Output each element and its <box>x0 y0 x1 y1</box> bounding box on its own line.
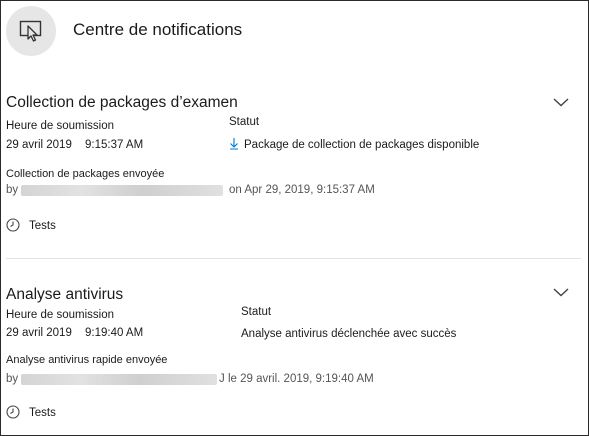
submission-date: 29 avril 2019 <box>6 139 72 151</box>
submitted-on-text: J le 29 avril. 2019, 9:19:40 AM <box>219 373 374 385</box>
notification-card-package-collection[interactable]: Collection de packages d’examen Heure de… <box>1 65 589 257</box>
status-label: Statut <box>241 306 272 318</box>
chevron-down-icon[interactable] <box>552 286 570 298</box>
tag-label: Tests <box>29 220 56 232</box>
submission-time: 9:19:40 AM <box>85 327 144 339</box>
submission-date: 29 avril 2019 <box>6 327 72 339</box>
card-title: Collection de packages d’examen <box>6 94 238 111</box>
tag-label: Tests <box>29 407 56 419</box>
chevron-down-icon[interactable] <box>552 96 570 108</box>
clock-icon <box>6 405 20 419</box>
card-title: Analyse antivirus <box>6 286 124 303</box>
status-value: Package de collection de packages dispon… <box>244 139 480 151</box>
submitted-by-prefix: by <box>6 373 19 385</box>
notification-center-panel: Centre de notifications Collection de pa… <box>0 0 589 436</box>
submission-time-label: Heure de soumission <box>6 120 115 132</box>
event-description: Collection de packages envoyée <box>6 168 165 180</box>
panel-header: Centre de notifications <box>1 1 588 65</box>
status-value: Analyse antivirus déclenchée avec succès <box>241 328 457 340</box>
submission-time-label: Heure de soumission <box>6 309 115 321</box>
submitted-by-prefix: by <box>6 184 19 196</box>
device-notification-icon <box>6 6 56 56</box>
redacted-user-name <box>21 185 223 196</box>
download-icon <box>230 138 238 150</box>
notification-card-antivirus-scan[interactable]: Analyse antivirus Heure de soumission St… <box>1 259 589 435</box>
submitted-on-text: on Apr 29, 2019, 9:15:37 AM <box>229 184 375 196</box>
redacted-user-name <box>21 374 217 385</box>
event-description: Analyse antivirus rapide envoyée <box>6 354 168 366</box>
clock-icon <box>6 218 20 232</box>
status-label: Statut <box>229 116 260 128</box>
panel-title: Centre de notifications <box>73 20 243 39</box>
submission-time: 9:15:37 AM <box>85 139 144 151</box>
